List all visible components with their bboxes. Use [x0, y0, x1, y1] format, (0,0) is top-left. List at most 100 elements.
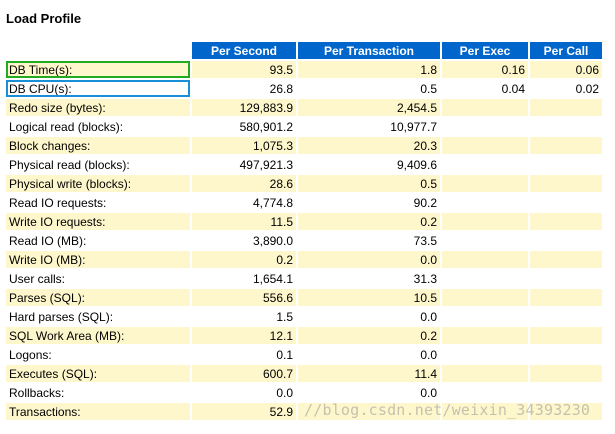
- cell-per-call: [530, 232, 602, 249]
- cell-per-second: 11.5: [192, 213, 296, 230]
- header-per-second: Per Second: [192, 42, 296, 59]
- cell-per-transaction: 90.2: [298, 194, 440, 211]
- table-row: DB Time(s): 93.5 1.8 0.16 0.06: [6, 61, 602, 78]
- table-row: DB CPU(s): 26.8 0.5 0.04 0.02: [6, 80, 602, 97]
- cell-per-call: [530, 384, 602, 401]
- cell-per-call: [530, 99, 602, 116]
- cell-per-exec: [442, 384, 528, 401]
- cell-per-call: [530, 289, 602, 306]
- cell-per-transaction: 10.5: [298, 289, 440, 306]
- cell-per-call: 0.06: [530, 61, 602, 78]
- row-label: Hard parses (SQL):: [6, 308, 190, 325]
- cell-per-call: [530, 327, 602, 344]
- cell-per-second: 4,774.8: [192, 194, 296, 211]
- table-row: Read IO requests: 4,774.8 90.2: [6, 194, 602, 211]
- cell-per-call: [530, 137, 602, 154]
- cell-per-transaction: 0.2: [298, 327, 440, 344]
- cell-per-exec: [442, 270, 528, 287]
- cell-per-exec: [442, 346, 528, 363]
- table-row: Executes (SQL): 600.7 11.4: [6, 365, 602, 382]
- table-row: Redo size (bytes): 129,883.9 2,454.5: [6, 99, 602, 116]
- cell-per-exec: 0.16: [442, 61, 528, 78]
- cell-per-exec: [442, 194, 528, 211]
- row-label: Rollbacks:: [6, 384, 190, 401]
- table-body: DB Time(s): 93.5 1.8 0.16 0.06 DB CPU(s): 26.8…: [6, 61, 602, 420]
- cell-per-second: 0.0: [192, 384, 296, 401]
- cell-per-second: 12.1: [192, 327, 296, 344]
- cell-per-call: [530, 251, 602, 268]
- cell-per-second: 26.8: [192, 80, 296, 97]
- cell-per-call: [530, 175, 602, 192]
- cell-per-transaction: 10,977.7: [298, 118, 440, 135]
- table-row: Rollbacks: 0.0 0.0: [6, 384, 602, 401]
- table-row: Write IO requests: 11.5 0.2: [6, 213, 602, 230]
- cell-per-call: [530, 156, 602, 173]
- cell-per-call: 0.02: [530, 80, 602, 97]
- table-row: Transactions: 52.9: [6, 403, 602, 420]
- row-label: User calls:: [6, 270, 190, 287]
- cell-per-call: [530, 308, 602, 325]
- cell-per-exec: [442, 251, 528, 268]
- table-row: User calls: 1,654.1 31.3: [6, 270, 602, 287]
- row-label: SQL Work Area (MB):: [6, 327, 190, 344]
- cell-per-exec: [442, 213, 528, 230]
- section-title: Load Profile: [6, 11, 82, 26]
- row-label: Write IO requests:: [6, 213, 190, 230]
- cell-per-second: 52.9: [192, 403, 296, 420]
- row-label: DB CPU(s):: [6, 80, 190, 97]
- cell-per-transaction: 1.8: [298, 61, 440, 78]
- cell-per-call: [530, 346, 602, 363]
- row-label: Logical read (blocks):: [6, 118, 190, 135]
- cell-per-transaction: 20.3: [298, 137, 440, 154]
- cell-per-call: [530, 213, 602, 230]
- row-label: Logons:: [6, 346, 190, 363]
- header-per-exec: Per Exec: [442, 42, 528, 59]
- header-per-call: Per Call: [530, 42, 602, 59]
- cell-per-second: 0.2: [192, 251, 296, 268]
- row-label: Redo size (bytes):: [6, 99, 190, 116]
- cell-per-second: 3,890.0: [192, 232, 296, 249]
- header-row: Per Second Per Transaction Per Exec Per …: [6, 42, 602, 59]
- cell-per-exec: [442, 175, 528, 192]
- cell-per-second: 28.6: [192, 175, 296, 192]
- cell-per-transaction: 0.0: [298, 308, 440, 325]
- header-per-transaction: Per Transaction: [298, 42, 440, 59]
- cell-per-exec: [442, 99, 528, 116]
- cell-per-exec: 0.04: [442, 80, 528, 97]
- cell-per-exec: [442, 365, 528, 382]
- cell-per-exec: [442, 156, 528, 173]
- cell-per-transaction: 11.4: [298, 365, 440, 382]
- table-row: Parses (SQL): 556.6 10.5: [6, 289, 602, 306]
- table-row: Hard parses (SQL): 1.5 0.0: [6, 308, 602, 325]
- cell-per-transaction: 0.5: [298, 80, 440, 97]
- cell-per-exec: [442, 327, 528, 344]
- table-row: Block changes: 1,075.3 20.3: [6, 137, 602, 154]
- cell-per-transaction: 9,409.6: [298, 156, 440, 173]
- table-row: Logical read (blocks): 580,901.2 10,977.7: [6, 118, 602, 135]
- cell-per-transaction: 0.5: [298, 175, 440, 192]
- cell-per-transaction: 0.2: [298, 213, 440, 230]
- cell-per-call: [530, 194, 602, 211]
- table-row: Read IO (MB): 3,890.0 73.5: [6, 232, 602, 249]
- cell-per-call: [530, 118, 602, 135]
- cell-per-second: 580,901.2: [192, 118, 296, 135]
- cell-per-transaction: 0.0: [298, 384, 440, 401]
- cell-per-call: [530, 403, 602, 420]
- cell-per-transaction: 0.0: [298, 251, 440, 268]
- cell-per-transaction: 0.0: [298, 346, 440, 363]
- cell-per-second: 0.1: [192, 346, 296, 363]
- cell-per-second: 129,883.9: [192, 99, 296, 116]
- table-row: Physical write (blocks): 28.6 0.5: [6, 175, 602, 192]
- cell-per-exec: [442, 137, 528, 154]
- cell-per-transaction: 2,454.5: [298, 99, 440, 116]
- cell-per-transaction: 73.5: [298, 232, 440, 249]
- cell-per-transaction: [298, 403, 440, 420]
- row-label: Write IO (MB):: [6, 251, 190, 268]
- cell-per-second: 1,075.3: [192, 137, 296, 154]
- table-row: Physical read (blocks): 497,921.3 9,409.6: [6, 156, 602, 173]
- table-row: Logons: 0.1 0.0: [6, 346, 602, 363]
- load-profile-table: Per Second Per Transaction Per Exec Per …: [4, 40, 604, 422]
- header-empty-cell: [6, 42, 190, 59]
- cell-per-second: 556.6: [192, 289, 296, 306]
- cell-per-exec: [442, 403, 528, 420]
